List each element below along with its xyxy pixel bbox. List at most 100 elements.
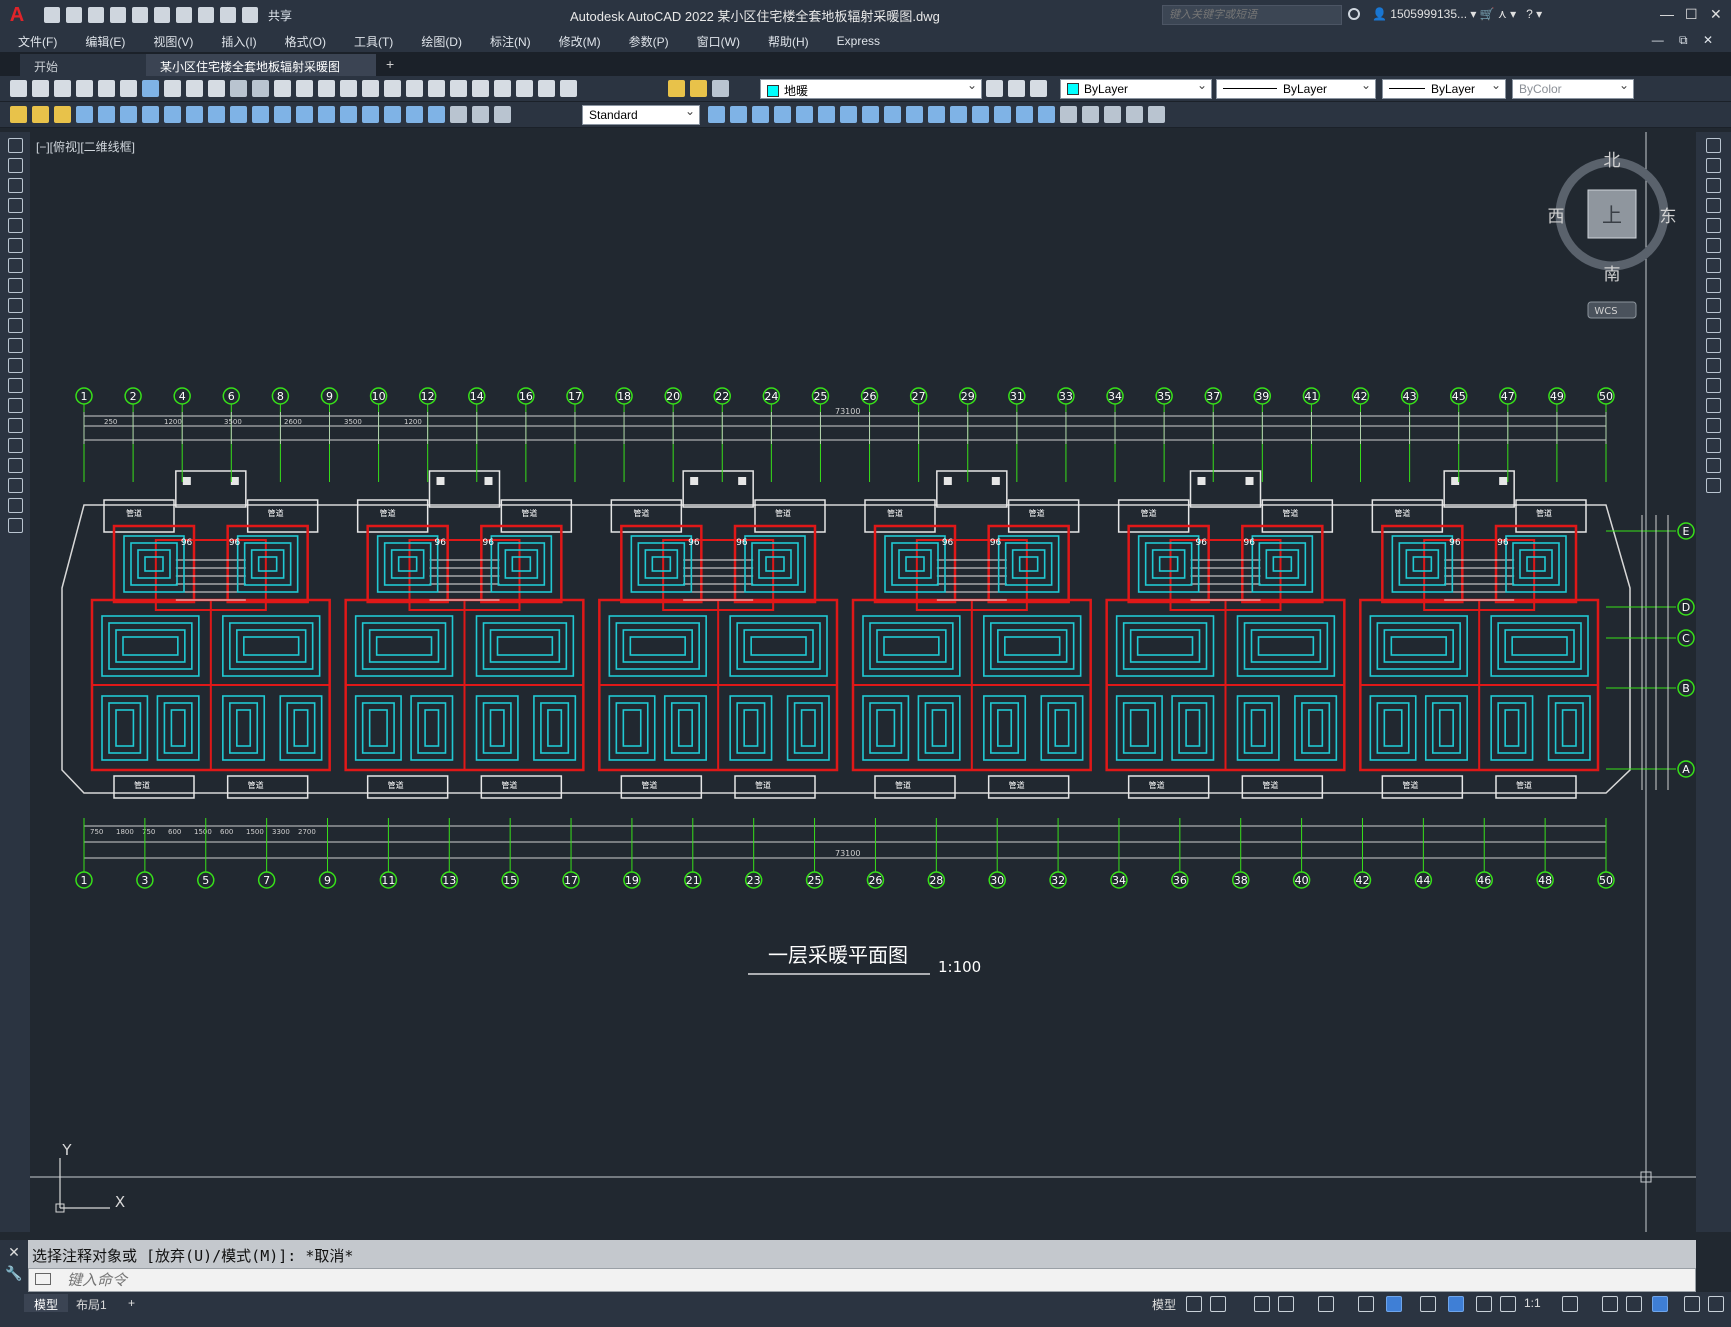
menu-item[interactable]: 工具(T) (336, 33, 403, 50)
osnap-tracking-icon[interactable] (1318, 1296, 1334, 1312)
hatch-icon[interactable] (8, 418, 23, 433)
recent-commands-icon[interactable] (35, 1273, 51, 1285)
clean-screen-icon[interactable] (1684, 1296, 1700, 1312)
join-icon[interactable] (950, 106, 967, 123)
fillet-icon[interactable] (994, 106, 1011, 123)
add-layout-button[interactable]: + (128, 1296, 135, 1310)
match-properties-icon[interactable] (230, 80, 247, 97)
arc-icon[interactable] (8, 178, 23, 193)
jogged-linear-icon[interactable] (428, 106, 445, 123)
menu-item[interactable]: 绘图(D) (403, 33, 472, 50)
rotate-icon[interactable] (818, 106, 835, 123)
undo-icon[interactable] (198, 7, 214, 23)
restore-button[interactable]: ☐ (1685, 6, 1698, 23)
search-icon[interactable] (1348, 8, 1360, 20)
baseline-dim-icon[interactable] (274, 106, 291, 123)
add-selected-icon[interactable] (8, 518, 23, 533)
rotate-icon[interactable] (1706, 258, 1721, 273)
render-icon[interactable] (142, 80, 159, 97)
lineweight-dropdown[interactable]: ByLayer (1382, 78, 1506, 99)
insert-block-icon[interactable] (8, 358, 23, 373)
erase-icon[interactable] (1706, 138, 1721, 153)
extend-icon[interactable] (1706, 338, 1721, 353)
menu-item[interactable]: 窗口(W) (679, 33, 750, 50)
document-window-controls[interactable]: — ⧉ ✕ (1652, 33, 1719, 48)
workspace-gear-icon[interactable] (1562, 1296, 1578, 1312)
break-at-point-icon[interactable] (1706, 358, 1721, 373)
annotation-visibility-icon[interactable] (1448, 1296, 1464, 1312)
dim-break-icon[interactable] (340, 106, 357, 123)
make-current-layer-icon[interactable] (986, 80, 1003, 97)
share-icon[interactable] (242, 7, 258, 23)
copy-icon[interactable] (186, 80, 203, 97)
dim-edit-icon[interactable] (450, 106, 467, 123)
text-front-icon[interactable] (1082, 106, 1099, 123)
copy-obj-icon[interactable] (708, 106, 725, 123)
plot-icon[interactable] (76, 80, 93, 97)
cut-icon[interactable] (164, 80, 181, 97)
tolerance-icon[interactable] (362, 106, 379, 123)
selection-cycling-icon[interactable] (1386, 1296, 1402, 1312)
rectangle-icon[interactable] (8, 218, 23, 233)
pan-icon[interactable] (318, 80, 335, 97)
ortho-icon[interactable] (1254, 1296, 1270, 1312)
grid-icon[interactable] (1186, 1296, 1202, 1312)
isolate-objects-icon[interactable] (1626, 1296, 1642, 1312)
open-from-web-icon[interactable] (132, 7, 148, 23)
extend-icon[interactable] (906, 106, 923, 123)
explode-icon[interactable] (1706, 478, 1721, 493)
help-search-input[interactable] (1162, 5, 1342, 25)
blend-icon[interactable] (1706, 458, 1721, 473)
share-button[interactable]: 共享 (268, 7, 292, 24)
snap-icon[interactable] (1210, 1296, 1226, 1312)
make-block-icon[interactable] (1148, 106, 1165, 123)
save-icon[interactable] (88, 7, 104, 23)
autocad-logo-icon[interactable]: A (0, 0, 34, 30)
new-icon[interactable] (10, 80, 27, 97)
hardware-acceleration-icon[interactable] (1652, 1296, 1668, 1312)
tab-model-layout[interactable]: 模型 (24, 1294, 69, 1312)
zoom-realtime-icon[interactable] (340, 80, 357, 97)
jogged-dim-icon[interactable] (186, 106, 203, 123)
save-icon[interactable] (54, 80, 71, 97)
offset-icon[interactable] (752, 106, 769, 123)
continue-dim-icon[interactable] (296, 106, 313, 123)
layer-dropdown[interactable]: 地暖 (760, 78, 982, 99)
tab-start[interactable]: 开始 (20, 54, 146, 76)
annotation-scale-button[interactable]: 1:1 (1524, 1296, 1541, 1310)
block-editor-icon[interactable] (252, 80, 269, 97)
dim-update-icon[interactable] (494, 106, 511, 123)
move-icon[interactable] (1706, 238, 1721, 253)
table-icon[interactable] (8, 478, 23, 493)
viewport-controls[interactable]: [−][俯视][二维线框] (36, 138, 135, 155)
layer-previous-icon[interactable] (1008, 80, 1025, 97)
fillet-icon[interactable] (1706, 438, 1721, 453)
menu-item[interactable]: 修改(M) (541, 33, 611, 50)
array-icon[interactable] (774, 106, 791, 123)
menu-item[interactable]: Express (819, 34, 890, 48)
ellipse-icon[interactable] (8, 318, 23, 333)
scale-icon[interactable] (840, 106, 857, 123)
linear-dim-icon[interactable] (76, 106, 93, 123)
gradient-icon[interactable] (8, 438, 23, 453)
polygon-icon[interactable] (8, 198, 23, 213)
chamfer-icon[interactable] (972, 106, 989, 123)
join-icon[interactable] (1706, 398, 1721, 413)
menu-item[interactable]: 文件(F) (0, 33, 67, 50)
copy-icon[interactable] (1706, 158, 1721, 173)
model-space-button[interactable]: 模型 (1152, 1296, 1176, 1313)
polar-icon[interactable] (1278, 1296, 1294, 1312)
trim-icon[interactable] (1706, 318, 1721, 333)
paste-icon[interactable] (208, 80, 225, 97)
save-as-icon[interactable] (110, 7, 126, 23)
menu-item[interactable]: 帮助(H) (750, 33, 819, 50)
zoom-previous-icon[interactable] (384, 80, 401, 97)
plot-preview-icon[interactable] (98, 80, 115, 97)
markup-icon[interactable] (494, 80, 511, 97)
move-icon[interactable] (796, 106, 813, 123)
radius-dim-icon[interactable] (164, 106, 181, 123)
open-icon[interactable] (32, 80, 49, 97)
user-account-button[interactable]: 👤 1505999135... ▾ 🛒 ⋏ ▾ ? ▾ (1372, 7, 1542, 21)
ordinate-dim-icon[interactable] (142, 106, 159, 123)
chamfer-icon[interactable] (1706, 418, 1721, 433)
